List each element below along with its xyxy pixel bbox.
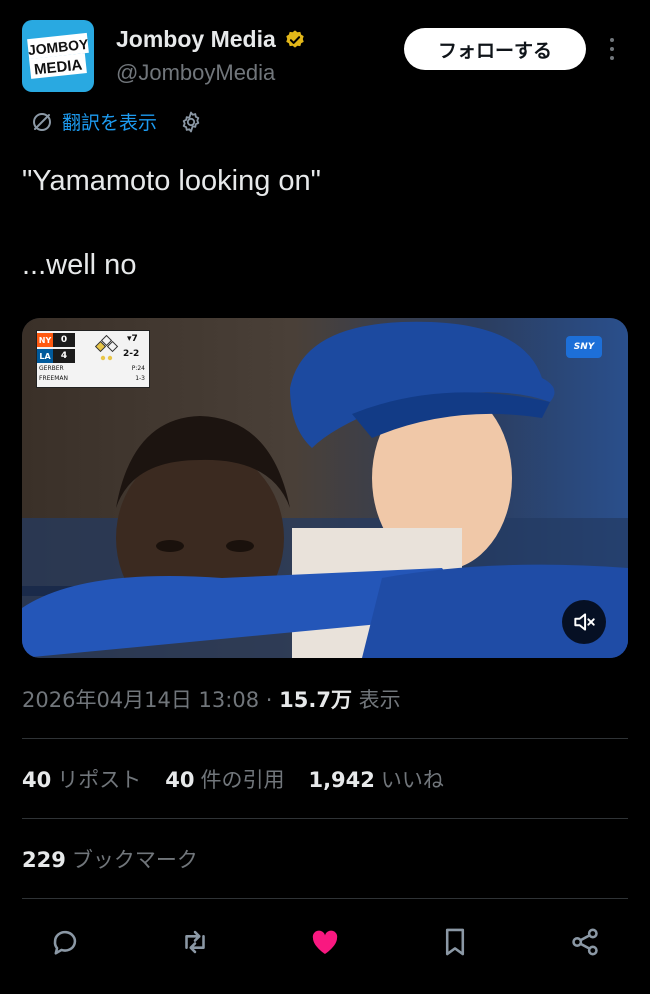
timestamp[interactable]: 2026年04月14日 13:08 — [22, 688, 259, 712]
tweet-text-line: ...well no — [22, 249, 137, 281]
share-icon — [572, 928, 598, 956]
batter-line: FREEMAN 1-3 — [37, 375, 149, 383]
reposts-count: 40 — [22, 768, 52, 792]
bookmark-button[interactable] — [435, 922, 475, 962]
network-logo: SNY — [566, 336, 602, 358]
pitch-count: P:24 — [131, 365, 145, 372]
share-button[interactable] — [565, 922, 605, 962]
quotes-count: 40 — [165, 768, 195, 792]
scorebug: NY 0 LA 4 ▾7 2-2 GERBER P:24 FREEMAN 1-3 — [36, 330, 150, 388]
retweet-icon — [185, 930, 205, 954]
speaker-muted-icon — [574, 613, 595, 631]
likes-label: いいね — [380, 768, 444, 792]
avatar[interactable]: JOMBOY MEDIA — [22, 20, 94, 92]
views-label: 表示 — [358, 688, 401, 712]
show-translation-link[interactable]: 翻訳を表示 — [62, 108, 157, 135]
views-count: 15.7万 — [279, 688, 352, 712]
tweet-meta: 2026年04月14日 13:08 · 15.7万 表示 — [22, 684, 401, 714]
reply-icon — [53, 930, 77, 955]
meta-separator: · — [265, 688, 273, 712]
likes-count: 1,942 — [308, 768, 375, 792]
gear-icon[interactable] — [179, 110, 203, 134]
batter-stats: 1-3 — [135, 375, 145, 382]
engagement-stats: 40 リポスト 40 件の引用 1,942 いいね — [22, 764, 468, 794]
away-score: 0 — [53, 333, 75, 347]
bookmarks-stat[interactable]: 229 ブックマーク — [22, 844, 198, 874]
batter-name: FREEMAN — [39, 375, 68, 382]
action-bar — [0, 918, 650, 966]
divider — [22, 898, 628, 899]
bookmarks-label: ブックマーク — [71, 848, 198, 872]
jomboy-logo-icon: JOMBOY MEDIA — [27, 32, 90, 79]
translate-icon — [33, 112, 51, 131]
heart-icon — [312, 930, 338, 955]
home-team-logo: LA — [37, 349, 53, 363]
quotes-stat[interactable]: 40 件の引用 — [165, 764, 284, 794]
bases-diamond-icon — [95, 335, 119, 361]
divider — [22, 818, 628, 819]
like-button[interactable] — [305, 922, 345, 962]
reposts-label: リポスト — [57, 768, 142, 792]
bookmarks-count: 229 — [22, 848, 66, 872]
likes-stat[interactable]: 1,942 いいね — [308, 764, 443, 794]
reply-button[interactable] — [45, 922, 85, 962]
translate-row: 翻訳を表示 — [30, 108, 203, 135]
video-player[interactable]: NY 0 LA 4 ▾7 2-2 GERBER P:24 FREEMAN 1-3… — [22, 318, 628, 658]
tweet-text-line: "Yamamoto looking on" — [22, 165, 321, 197]
avatar-text-bottom: MEDIA — [33, 56, 83, 78]
retweet-button[interactable] — [175, 922, 215, 962]
pitcher-line: GERBER P:24 — [37, 365, 149, 373]
count: 2-2 — [123, 349, 140, 359]
more-options-icon[interactable] — [604, 34, 620, 64]
inning: ▾7 — [127, 334, 138, 344]
pitcher-name: GERBER — [39, 365, 64, 372]
tweet-header: JOMBOY MEDIA Jomboy Media @JomboyMedia フ… — [22, 20, 628, 92]
divider — [22, 738, 628, 739]
name-row: Jomboy Media — [116, 26, 306, 53]
reposts-stat[interactable]: 40 リポスト — [22, 764, 141, 794]
author-handle[interactable]: @JomboyMedia — [116, 60, 275, 86]
mute-button[interactable] — [562, 600, 606, 644]
author-display-name[interactable]: Jomboy Media — [116, 26, 276, 53]
away-team-logo: NY — [37, 333, 53, 347]
bookmark-icon — [445, 928, 465, 956]
verified-badge-icon — [286, 29, 304, 48]
home-score: 4 — [53, 349, 75, 363]
follow-button[interactable]: フォローする — [404, 28, 586, 70]
quotes-label: 件の引用 — [200, 768, 285, 792]
tweet-text: "Yamamoto looking on" ...well no — [22, 160, 622, 286]
